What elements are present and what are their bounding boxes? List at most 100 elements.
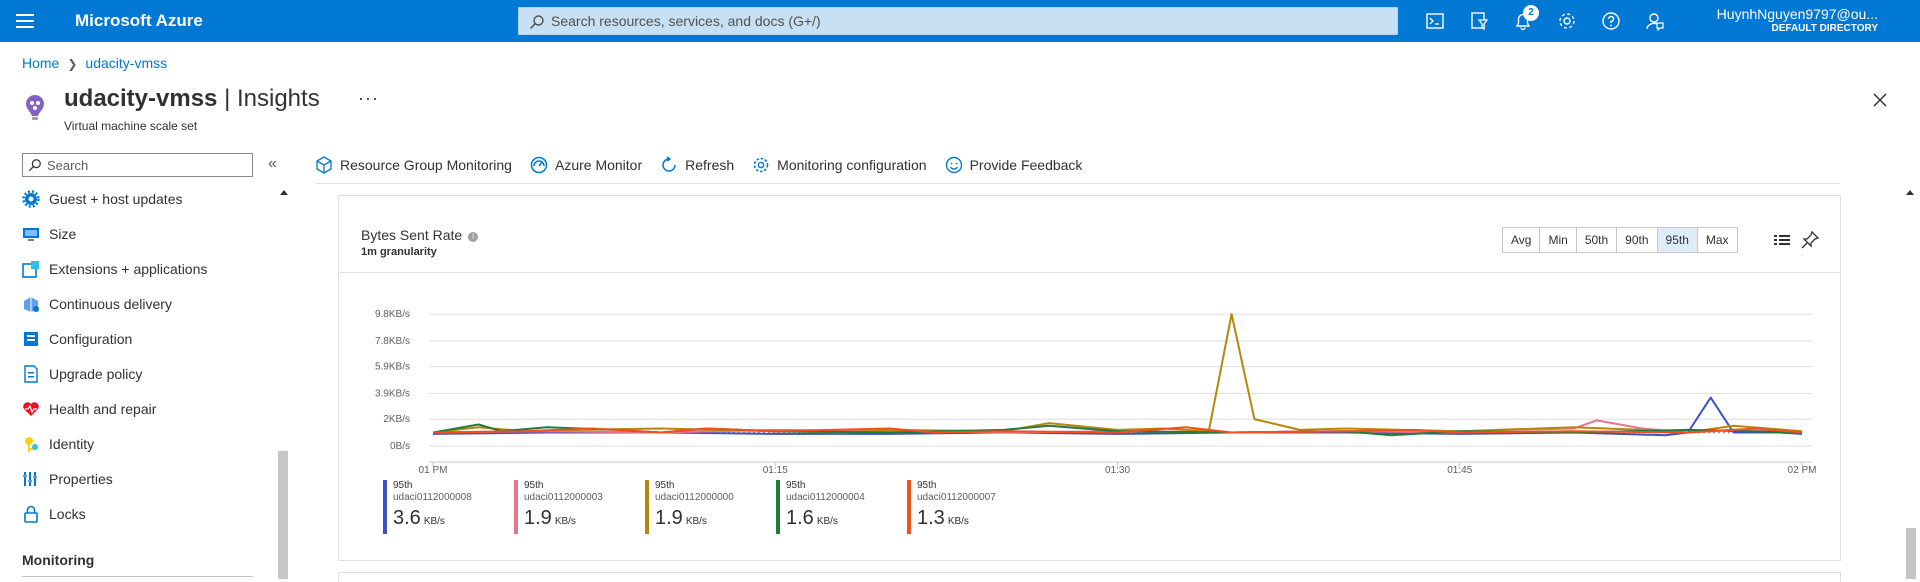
cube-icon: [316, 156, 332, 174]
menu-icon[interactable]: [16, 14, 34, 28]
next-chart-card: [338, 572, 1841, 582]
legend-color-swatch: [383, 480, 387, 534]
lock-icon: [24, 505, 38, 523]
collapse-nav-button[interactable]: «: [268, 155, 277, 173]
legend-series-name: udaci0112000004: [786, 492, 865, 503]
global-search[interactable]: [518, 7, 1398, 35]
settings-icon[interactable]: [1557, 11, 1577, 31]
feedback-icon[interactable]: [1645, 11, 1665, 31]
search-icon: [529, 15, 544, 30]
nav-item-upgrade-policy[interactable]: Upgrade policy: [22, 361, 272, 396]
nav-item-extensions[interactable]: Extensions + applications: [22, 256, 272, 291]
y-tick-label: 9.8KB/s: [375, 309, 410, 320]
nav-scrollbar[interactable]: [277, 186, 289, 579]
scale-set-icon: [26, 95, 44, 120]
x-tick-label: 01:30: [1105, 465, 1130, 476]
nav-search-input[interactable]: [47, 156, 247, 174]
heart-icon: [23, 402, 39, 416]
nav-item-label: Size: [49, 226, 77, 242]
nav-group-divider: [22, 576, 253, 577]
legend-aggregation: 95th: [917, 480, 937, 491]
title-separator: |: [217, 85, 237, 112]
scroll-up-icon[interactable]: [1906, 190, 1914, 195]
bytes-sent-rate-card: Bytes Sent Rate i 1m granularity Avg Min …: [338, 195, 1841, 561]
x-tick-label: 01:45: [1447, 465, 1472, 476]
resource-name: udacity-vmss: [64, 85, 218, 112]
account-menu[interactable]: HuynhNguyen9797@ou... DEFAULT DIRECTORY: [1717, 6, 1878, 34]
monitor-icon: [23, 228, 39, 241]
legend-aggregation: 95th: [393, 480, 413, 491]
gear-icon: [22, 190, 40, 208]
close-icon[interactable]: [1870, 90, 1890, 110]
delivery-icon: [24, 297, 39, 312]
nav-item-size[interactable]: Size: [22, 221, 272, 256]
nav-item-properties[interactable]: Properties: [22, 466, 272, 501]
resource-group-monitoring-button[interactable]: Resource Group Monitoring: [315, 156, 512, 174]
gear-icon: [753, 157, 769, 173]
page-subtitle: Virtual machine scale set: [64, 119, 198, 133]
series-line-udaci0112000000: [432, 313, 1803, 434]
help-icon[interactable]: [1601, 11, 1621, 31]
nav-item-continuous-delivery[interactable]: Continuous delivery: [22, 291, 272, 326]
nav-item-label: Properties: [49, 471, 113, 487]
breadcrumb-home[interactable]: Home: [22, 55, 59, 71]
y-tick-label: 3.9KB/s: [375, 389, 410, 400]
nav-item-label: Continuous delivery: [49, 296, 172, 312]
directory-filter-icon[interactable]: [1469, 11, 1489, 31]
y-tick-label: 2KB/s: [383, 414, 410, 425]
portal-brand[interactable]: Microsoft Azure: [75, 11, 203, 31]
breadcrumb-current[interactable]: udacity-vmss: [85, 55, 167, 71]
monitoring-configuration-button[interactable]: Monitoring configuration: [752, 156, 927, 174]
legend-item[interactable]: 95th udaci0112000008 3.6 KB/s: [383, 480, 514, 534]
notification-count-badge: 2: [1523, 5, 1539, 21]
azure-monitor-button[interactable]: Azure Monitor: [530, 156, 642, 174]
y-tick-label: 7.8KB/s: [375, 336, 410, 347]
user-name: HuynhNguyen9797@ou...: [1716, 6, 1878, 22]
nav-scrollbar-thumb[interactable]: [278, 451, 288, 579]
x-tick-label: 01:15: [763, 465, 788, 476]
main-scrollbar-thumb[interactable]: [1906, 528, 1916, 579]
legend-value: 1.6: [786, 507, 814, 529]
nav-item-configuration[interactable]: Configuration: [22, 326, 272, 361]
nav-item-guest-host-updates[interactable]: Guest + host updates: [22, 186, 272, 221]
extensions-icon: [22, 261, 39, 278]
bytes-sent-rate-chart: 0B/s 2KB/s 3.9KB/s 5.9KB/s 7.8KB/s 9.8KB/s 01 …: [375, 309, 1816, 476]
legend-color-swatch: [514, 480, 518, 534]
legend-item[interactable]: 95th udaci0112000004 1.6 KB/s: [776, 480, 907, 534]
nav-item-label: Locks: [49, 506, 86, 522]
nav-item-label: Identity: [49, 436, 95, 452]
nav-item-locks[interactable]: Locks: [22, 501, 272, 536]
cloud-shell-icon[interactable]: [1425, 11, 1445, 31]
provide-feedback-button[interactable]: Provide Feedback: [945, 156, 1082, 174]
legend-series-name: udaci0112000000: [655, 492, 734, 503]
nav-item-identity[interactable]: Identity: [22, 431, 272, 466]
more-options-button[interactable]: ···: [358, 88, 379, 109]
legend-unit: KB/s: [947, 516, 969, 527]
nav-group-monitoring: Monitoring: [22, 552, 95, 568]
nav-search[interactable]: [22, 153, 253, 177]
blade-name: Insights: [236, 85, 320, 112]
legend-item[interactable]: 95th udaci0112000000 1.9 KB/s: [645, 480, 776, 534]
command-label: Monitoring configuration: [777, 157, 927, 173]
nav-item-label: Health and repair: [49, 401, 157, 417]
legend-unit: KB/s: [816, 516, 838, 527]
scroll-up-icon[interactable]: [280, 190, 288, 195]
refresh-button[interactable]: Refresh: [660, 156, 734, 174]
legend-value: 3.6: [393, 507, 421, 529]
legend-aggregation: 95th: [786, 480, 806, 491]
legend-aggregation: 95th: [655, 480, 675, 491]
nav-item-health-and-repair[interactable]: Health and repair: [22, 396, 272, 431]
legend-item[interactable]: 95th udaci0112000003 1.9 KB/s: [514, 480, 645, 534]
legend-value: 1.9: [524, 507, 552, 529]
legend-series-name: udaci0112000008: [393, 492, 472, 503]
legend-unit: KB/s: [423, 516, 445, 527]
legend-item[interactable]: 95th udaci0112000007 1.3 KB/s: [907, 480, 1038, 534]
command-label: Resource Group Monitoring: [340, 157, 512, 173]
legend-color-swatch: [776, 480, 780, 534]
refresh-icon: [662, 156, 676, 172]
smiley-icon: [945, 156, 962, 174]
global-search-input[interactable]: [551, 11, 1371, 31]
legend-aggregation: 95th: [524, 480, 544, 491]
nav-item-label: Upgrade policy: [49, 366, 143, 382]
chevron-right-icon: ❯: [67, 57, 78, 71]
